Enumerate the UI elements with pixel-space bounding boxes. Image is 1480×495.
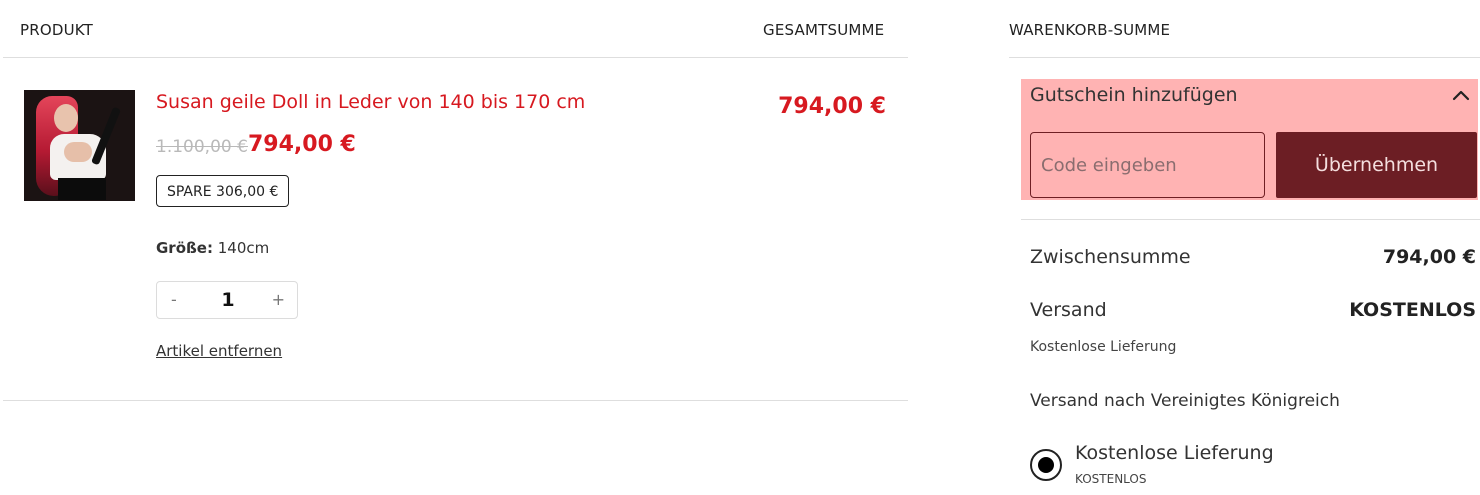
subtotal-value: 794,00 € (1382, 246, 1476, 268)
coupon-divider (1021, 219, 1480, 220)
coupon-toggle[interactable]: Gutschein hinzufügen (1030, 84, 1238, 106)
header-divider (3, 57, 908, 58)
shipping-option-price: KOSTENLOS (1075, 472, 1147, 486)
totals-header-divider (1009, 57, 1480, 58)
original-price: 1.100,00 € (156, 137, 248, 157)
row-divider (3, 400, 908, 401)
remove-item-link[interactable]: Artikel entfernen (156, 342, 282, 360)
size-value: 140cm (217, 239, 270, 257)
apply-coupon-button[interactable]: Übernehmen (1276, 132, 1477, 198)
coupon-code-input[interactable] (1030, 132, 1265, 198)
size-label: Größe: (156, 239, 213, 257)
column-header-total: GESAMTSUMME (763, 21, 885, 39)
subtotal-label: Zwischensumme (1030, 246, 1191, 268)
shipping-destination: Versand nach Vereinigtes Königreich (1030, 391, 1340, 411)
line-total: 794,00 € (778, 94, 886, 119)
shipping-label: Versand (1030, 299, 1107, 321)
sale-price: 794,00 € (248, 132, 356, 157)
shipping-option-radio[interactable] (1030, 449, 1062, 481)
quantity-increase-button[interactable]: + (272, 290, 285, 309)
cart-totals-heading: WARENKORB-SUMME (1009, 21, 1171, 39)
chevron-up-icon[interactable] (1451, 86, 1471, 106)
size-attribute: Größe: 140cm (156, 239, 269, 257)
savings-badge: SPARE 306,00 € (156, 175, 290, 207)
shipping-value: KOSTENLOS (1349, 299, 1476, 321)
product-thumbnail[interactable] (24, 90, 135, 201)
shipping-option-label[interactable]: Kostenlose Lieferung (1075, 442, 1274, 464)
product-title-link[interactable]: Susan geile Doll in Leder von 140 bis 17… (156, 91, 585, 113)
quantity-stepper[interactable]: - 1 + (156, 281, 298, 319)
shipping-note: Kostenlose Lieferung (1030, 339, 1177, 355)
column-header-product: PRODUKT (20, 21, 94, 39)
